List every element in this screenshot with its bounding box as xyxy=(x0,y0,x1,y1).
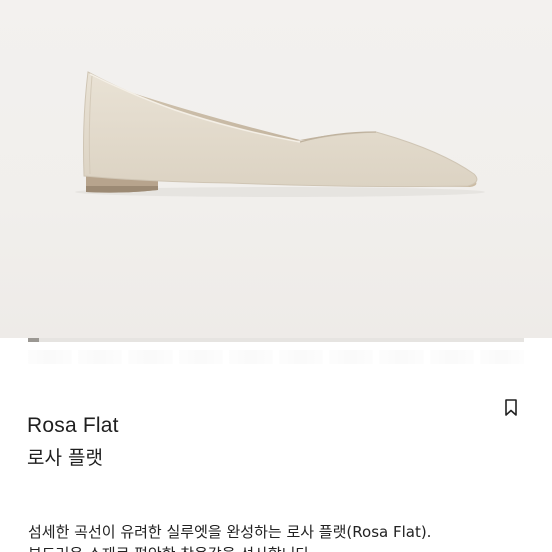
product-name-english: Rosa Flat xyxy=(27,414,119,437)
thumbnail-placeholder xyxy=(479,350,525,364)
product-name-korean: 로사 플랫 xyxy=(27,447,103,469)
product-description-line-2: 부드러운 소재로 편안한 착용감을 선사합니다. xyxy=(28,543,314,552)
thumbnail-placeholder xyxy=(279,350,324,364)
thumbnail-placeholder xyxy=(28,350,73,364)
thumbnail-placeholder xyxy=(429,350,474,364)
thumbnail-placeholder xyxy=(379,350,424,364)
thumbnail-placeholder xyxy=(178,350,223,364)
product-detail-page: Rosa Flat 로사 플랫 섬세한 곡선이 유려한 실루엣을 완성하는 로사… xyxy=(0,0,552,552)
gallery-thumbnail-strip xyxy=(28,350,525,368)
thumbnail-placeholder xyxy=(329,350,374,364)
gallery-progress-bar[interactable] xyxy=(28,338,524,342)
product-image[interactable] xyxy=(0,0,552,338)
bookmark-icon xyxy=(505,399,517,416)
thumbnail-placeholder xyxy=(78,350,123,364)
product-description-line-1: 섬세한 곡선이 유려한 실루엣을 완성하는 로사 플랫(Rosa Flat). xyxy=(28,523,432,541)
gallery-progress-fill xyxy=(28,338,39,342)
shoe-illustration xyxy=(75,71,485,197)
bookmark-button[interactable] xyxy=(502,398,520,418)
thumbnail-placeholder xyxy=(228,350,274,364)
thumbnail-placeholder xyxy=(128,350,173,364)
